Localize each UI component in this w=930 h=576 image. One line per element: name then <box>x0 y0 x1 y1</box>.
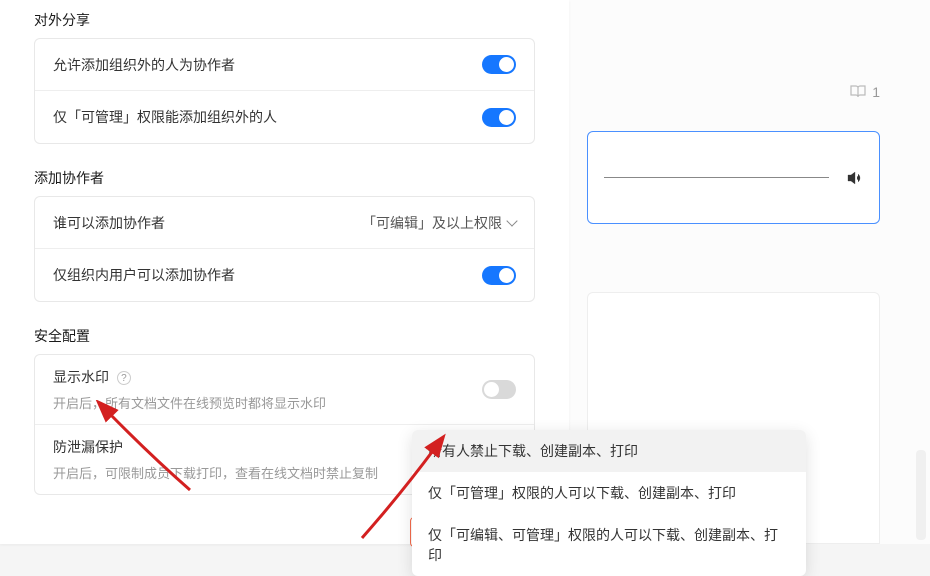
who-can-add-select[interactable]: 「可编辑」及以上权限 <box>362 213 516 233</box>
dropdown-option-edit-manage[interactable]: 仅「可编辑、可管理」权限的人可以下载、创建副本、打印 <box>412 514 806 576</box>
allow-external-toggle[interactable] <box>482 55 516 74</box>
media-player[interactable] <box>587 131 880 224</box>
who-can-add-value: 「可编辑」及以上权限 <box>362 213 502 233</box>
section-external-share-title: 对外分享 <box>0 0 569 38</box>
chevron-down-icon <box>506 215 517 226</box>
section-security-title: 安全配置 <box>0 316 569 354</box>
help-icon[interactable]: ? <box>117 371 131 385</box>
leak-protect-dropdown: 所有人禁止下载、创建副本、打印 仅「可管理」权限的人可以下载、创建副本、打印 仅… <box>412 430 806 576</box>
doc-count: 1 <box>850 84 880 100</box>
doc-count-value: 1 <box>872 84 880 100</box>
only-org-add-row: 仅组织内用户可以添加协作者 <box>35 249 534 301</box>
leak-protect-desc: 开启后，可限制成员下载打印，查看在线文档时禁止复制 <box>53 463 378 482</box>
watermark-row: 显示水印 ? 开启后，所有文档文件在线预览时都将显示水印 <box>35 355 534 425</box>
book-icon <box>850 85 866 99</box>
watermark-toggle[interactable] <box>482 380 516 399</box>
section-add-collaborator-title: 添加协作者 <box>0 158 569 196</box>
dropdown-option-all-forbid[interactable]: 所有人禁止下载、创建副本、打印 <box>412 430 806 472</box>
who-can-add-row: 谁可以添加协作者 「可编辑」及以上权限 <box>35 197 534 249</box>
only-manage-external-row: 仅「可管理」权限能添加组织外的人 <box>35 91 534 143</box>
leak-protect-label: 防泄漏保护 <box>53 437 378 457</box>
add-collaborator-group: 谁可以添加协作者 「可编辑」及以上权限 仅组织内用户可以添加协作者 <box>34 196 535 302</box>
only-manage-external-label: 仅「可管理」权限能添加组织外的人 <box>53 107 277 127</box>
only-org-add-label: 仅组织内用户可以添加协作者 <box>53 265 235 285</box>
scrollbar[interactable] <box>916 450 926 540</box>
watermark-desc: 开启后，所有文档文件在线预览时都将显示水印 <box>53 393 326 412</box>
external-share-group: 允许添加组织外的人为协作者 仅「可管理」权限能添加组织外的人 <box>34 38 535 144</box>
media-progress-bar[interactable] <box>604 177 829 178</box>
only-org-add-toggle[interactable] <box>482 266 516 285</box>
only-manage-external-toggle[interactable] <box>482 108 516 127</box>
volume-icon[interactable] <box>845 169 863 187</box>
allow-external-label: 允许添加组织外的人为协作者 <box>53 55 235 75</box>
dropdown-option-manage-only[interactable]: 仅「可管理」权限的人可以下载、创建副本、打印 <box>412 472 806 514</box>
watermark-label: 显示水印 ? <box>53 367 326 387</box>
allow-external-row: 允许添加组织外的人为协作者 <box>35 39 534 91</box>
who-can-add-label: 谁可以添加协作者 <box>53 213 165 233</box>
